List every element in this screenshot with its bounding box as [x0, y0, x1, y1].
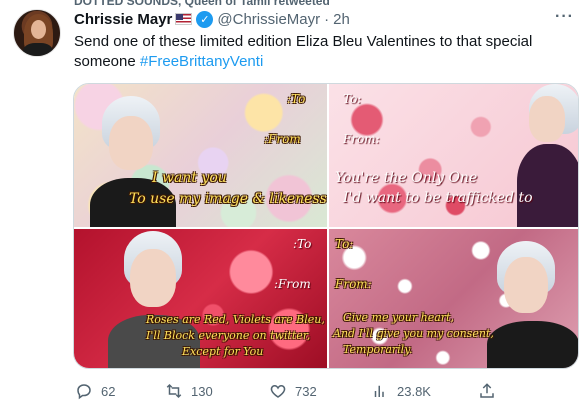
timestamp[interactable]: 2h — [333, 11, 350, 28]
card-message-line-1: You're the Only One — [335, 170, 478, 186]
media-grid: :To :From I want you To use my image & l… — [73, 83, 579, 369]
card-from-label: :From — [274, 277, 311, 291]
valentine-card-1[interactable]: :To :From I want you To use my image & l… — [74, 84, 327, 227]
views-button[interactable]: 23.8K — [371, 380, 431, 402]
share-button[interactable] — [478, 380, 504, 402]
card-to-label: To: — [335, 237, 354, 251]
separator-dot: · — [324, 10, 330, 28]
retweet-context[interactable]: DOTTED SOUNDS, Queen of Tamil retweeted — [0, 0, 588, 8]
card-message-line-2: And I'll give you my consent, — [333, 327, 494, 340]
share-icon — [478, 382, 496, 400]
valentine-card-4[interactable]: To: From: Give me your heart, And I'll g… — [329, 229, 578, 368]
display-name[interactable]: Chrissie Mayr — [74, 11, 172, 28]
card-message-line-3: Temporarily. — [343, 343, 413, 356]
card-message-line-1: Give me your heart, — [343, 311, 454, 324]
card-from-label: From: — [335, 277, 372, 291]
reply-button[interactable]: 62 — [75, 380, 115, 402]
reply-icon — [75, 382, 93, 400]
retweet-count: 130 — [191, 383, 213, 399]
user-handle[interactable]: @ChrissieMayr — [217, 11, 320, 28]
views-icon — [371, 382, 389, 400]
card-message-line-2: I'll Block everyone on twitter, — [146, 329, 311, 342]
portrait-figure — [487, 241, 578, 368]
us-flag-icon — [175, 13, 193, 25]
card-message-line-2: I'd want to be trafficked to — [343, 190, 533, 206]
card-to-label: To: — [343, 92, 362, 106]
valentine-card-2[interactable]: To: From: You're the Only One I'd want t… — [329, 84, 578, 227]
retweet-icon — [165, 382, 183, 400]
card-message-line-2: To use my image & likeness — [129, 191, 327, 207]
like-count: 732 — [295, 383, 317, 399]
reply-count: 62 — [101, 383, 116, 399]
card-from-label: From: — [343, 132, 380, 146]
card-message-line-1: I want you — [152, 170, 227, 186]
valentine-card-3[interactable]: :To :From Roses are Red, Violets are Ble… — [74, 229, 327, 368]
tweet-header: Chrissie Mayr ✓ @ChrissieMayr · 2h — [74, 9, 350, 29]
view-count: 23.8K — [397, 383, 431, 399]
hashtag-link[interactable]: #FreeBrittanyVenti — [140, 53, 263, 70]
card-from-label: :From — [264, 132, 301, 146]
like-button[interactable]: 732 — [269, 380, 317, 402]
tweet-text: Send one of these limited edition Eliza … — [74, 32, 574, 72]
card-to-label: :To — [293, 237, 312, 251]
more-icon[interactable]: ··· — [555, 8, 574, 26]
card-message-line-3: Except for You — [182, 345, 264, 358]
retweet-button[interactable]: 130 — [165, 380, 213, 402]
card-message-line-1: Roses are Red, Violets are Bleu, — [146, 313, 325, 326]
card-to-label: :To — [287, 92, 306, 106]
tweet-actions: 62 130 732 23.8K — [73, 380, 579, 402]
verified-badge-icon[interactable]: ✓ — [196, 10, 214, 28]
like-icon — [269, 382, 287, 400]
avatar[interactable] — [13, 9, 61, 57]
